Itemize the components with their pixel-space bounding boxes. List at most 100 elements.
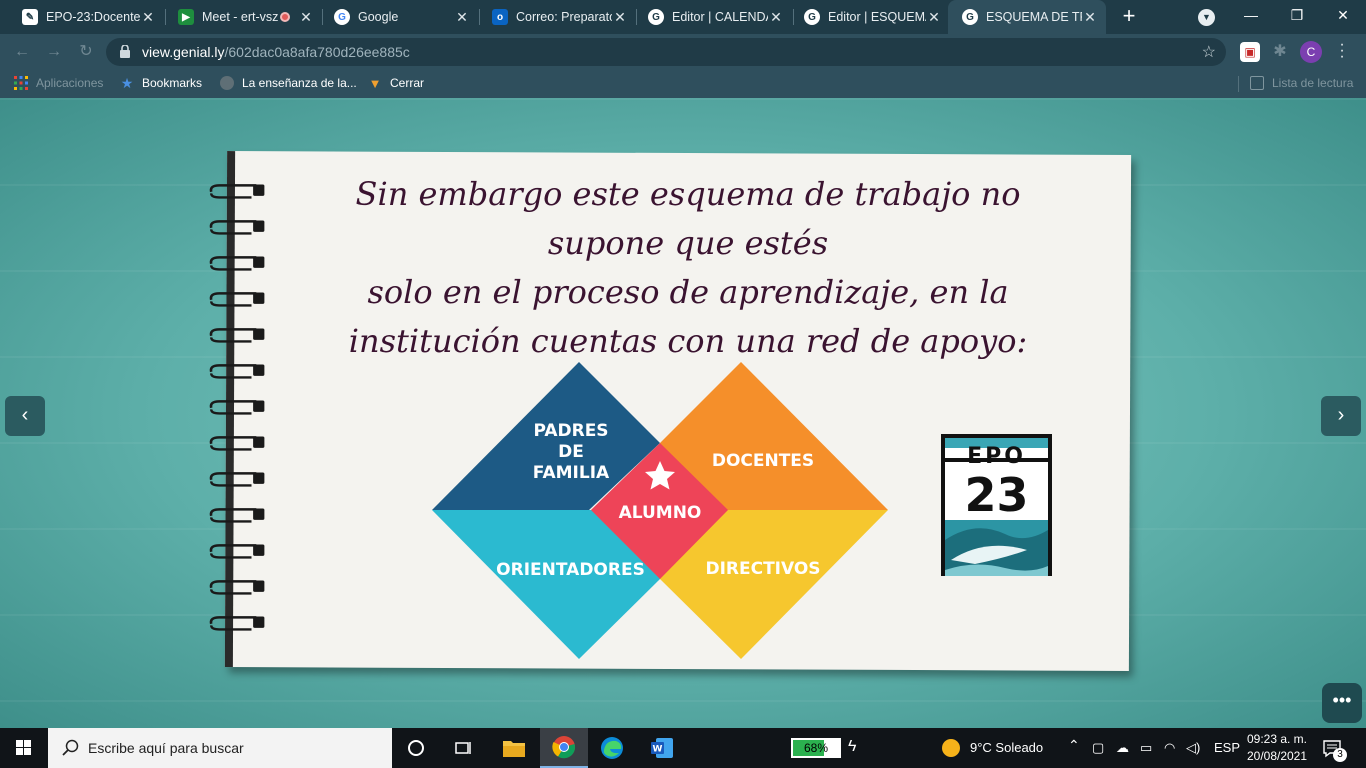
tab-google[interactable]: G Google ✕	[320, 0, 478, 34]
tab-esquema-active[interactable]: G ESQUEMA DE TRA ✕	[948, 0, 1106, 34]
globe-icon	[220, 76, 234, 90]
meet-now-icon[interactable]: ▢	[1092, 740, 1104, 756]
close-icon[interactable]: ✕	[298, 9, 314, 26]
show-hidden-icons-icon[interactable]: ⌃	[1068, 737, 1080, 754]
edge-icon[interactable]	[588, 728, 636, 768]
previous-slide-button[interactable]: ‹	[5, 396, 45, 436]
search-icon	[62, 739, 79, 756]
task-view-icon[interactable]	[440, 728, 488, 768]
cortana-icon[interactable]	[392, 728, 440, 768]
restore-button[interactable]: ❐	[1274, 0, 1320, 34]
close-icon[interactable]: ✕	[140, 9, 156, 26]
orientadores-label: ORIENTADORES	[496, 560, 645, 580]
spiral-ring	[209, 544, 265, 559]
close-icon[interactable]: ✕	[612, 9, 628, 26]
docentes-label: DOCENTES	[711, 451, 815, 471]
bookmark-bookmarks[interactable]: ★ Bookmarks	[120, 74, 202, 91]
spiral-ring	[209, 580, 265, 595]
reading-list-icon	[1250, 76, 1264, 90]
chrome-menu-icon[interactable]: · · ·	[1336, 37, 1348, 65]
genially-icon: G	[962, 9, 978, 25]
recording-icon	[280, 12, 290, 22]
tab-epo23-docentes[interactable]: ✎ EPO-23:Docentes ✕	[8, 0, 164, 34]
title-line: solo en el proceso de aprendizaje, en la	[367, 273, 1009, 311]
power-icon[interactable]: ▭	[1140, 740, 1152, 756]
alumno-label: ALUMNO	[618, 503, 702, 523]
bookmark-ensenanza[interactable]: La enseñanza de la...	[220, 76, 357, 90]
close-icon[interactable]: ✕	[454, 9, 470, 26]
spiral-ring	[209, 328, 265, 343]
spiral-ring	[209, 220, 265, 235]
apps-grid-icon	[14, 76, 28, 90]
tab-editor-esquema[interactable]: G Editor | ESQUEMA ✕	[790, 0, 950, 34]
browser-toolbar: ← → ↻ view.genial.ly/602dac0a8afa780d26e…	[0, 34, 1366, 70]
spiral-ring	[209, 472, 265, 487]
epo23-logo: EPO 23	[941, 434, 1052, 576]
title-line: Sin embargo este esquema de trabajo no	[355, 175, 1021, 213]
padres-label: PADRES DE FAMILIA	[532, 421, 610, 483]
spiral-ring	[209, 400, 265, 415]
new-tab-button[interactable]: +	[1117, 5, 1141, 29]
word-icon[interactable]: W	[638, 728, 686, 768]
wifi-icon[interactable]: ◠	[1164, 740, 1175, 756]
tab-meet[interactable]: ▶ Meet - ert-vsz ✕	[164, 0, 322, 34]
bookmarks-bar: Aplicaciones ★ Bookmarks La enseñanza de…	[0, 70, 1366, 98]
charging-icon: ϟ	[848, 738, 857, 755]
next-slide-button[interactable]: ›	[1321, 396, 1361, 436]
language-indicator[interactable]: ESP	[1214, 740, 1240, 755]
directivos-label: DIRECTIVOS	[705, 559, 821, 579]
spiral-ring	[209, 436, 265, 451]
more-options-button[interactable]: •••	[1322, 683, 1362, 723]
profile-avatar[interactable]: C	[1300, 41, 1322, 63]
spiral-ring	[209, 292, 265, 307]
extension-calendar-icon[interactable]: ▣	[1240, 42, 1260, 62]
back-icon[interactable]: ←	[12, 42, 32, 62]
title-line: supone que estés	[547, 224, 829, 262]
minimize-button[interactable]: —	[1228, 0, 1274, 34]
slide-title: Sin embargo este esquema de trabajo no s…	[338, 170, 1038, 366]
onedrive-error-icon[interactable]: ☁	[1116, 740, 1129, 756]
weather-text[interactable]: 9°C Soleado	[970, 740, 1043, 755]
reading-list[interactable]: Lista de lectura	[1250, 76, 1353, 90]
spiral-ring	[209, 256, 265, 271]
forward-icon[interactable]: →	[44, 42, 64, 62]
close-icon[interactable]: ✕	[926, 9, 942, 26]
genially-icon: G	[804, 9, 820, 25]
window-close-button[interactable]: ✕	[1320, 0, 1366, 34]
meet-icon: ▶	[178, 9, 194, 25]
battery-indicator[interactable]: 68%	[791, 738, 841, 758]
url-text: view.genial.ly/602dac0a8afa780d26ee885c	[142, 44, 410, 60]
pizza-icon: ▼	[368, 75, 382, 91]
tab-correo[interactable]: o Correo: Preparato ✕	[478, 0, 636, 34]
sun-icon[interactable]	[942, 739, 960, 757]
file-explorer-icon[interactable]	[490, 728, 538, 768]
document-icon: ✎	[22, 9, 38, 25]
notification-count-badge: 3	[1333, 748, 1347, 762]
taskbar-search[interactable]: Escribe aquí para buscar	[48, 728, 392, 768]
spiral-ring	[209, 616, 265, 631]
bookmark-cerrar[interactable]: ▼ Cerrar	[368, 75, 424, 91]
start-button[interactable]	[0, 728, 48, 768]
google-icon: G	[334, 9, 350, 25]
tab-editor-calendario[interactable]: G Editor | CALENDA ✕	[634, 0, 792, 34]
genially-icon: G	[648, 9, 664, 25]
reload-icon[interactable]: ↻	[76, 42, 96, 62]
title-line: institución cuentas con una red de apoyo…	[348, 322, 1028, 360]
windows-taskbar: Escribe aquí para buscar W 68% ϟ 9°C Sol…	[0, 728, 1366, 768]
bookmark-apps[interactable]: Aplicaciones	[14, 76, 103, 90]
volume-icon[interactable]: ◁)	[1186, 740, 1200, 756]
support-network-diagram: PADRES DE FAMILIA DOCENTES ALUMNO ORIENT…	[431, 361, 889, 661]
windows-logo-icon	[16, 740, 31, 755]
tab-search-icon[interactable]: ▼	[1198, 9, 1215, 26]
spiral-ring	[209, 364, 265, 379]
chrome-taskbar-icon[interactable]	[540, 728, 588, 768]
extensions-puzzle-icon[interactable]: ✱	[1270, 42, 1290, 62]
bookmark-star-icon[interactable]: ☆	[1202, 42, 1216, 62]
star-icon: ★	[120, 74, 134, 91]
close-icon[interactable]: ✕	[1082, 9, 1098, 26]
clock[interactable]: 09:23 a. m. 20/08/2021	[1246, 731, 1308, 765]
spiral-ring	[209, 508, 265, 523]
spiral-ring	[209, 184, 265, 199]
close-icon[interactable]: ✕	[768, 9, 784, 26]
address-bar[interactable]: view.genial.ly/602dac0a8afa780d26ee885c …	[106, 38, 1226, 66]
